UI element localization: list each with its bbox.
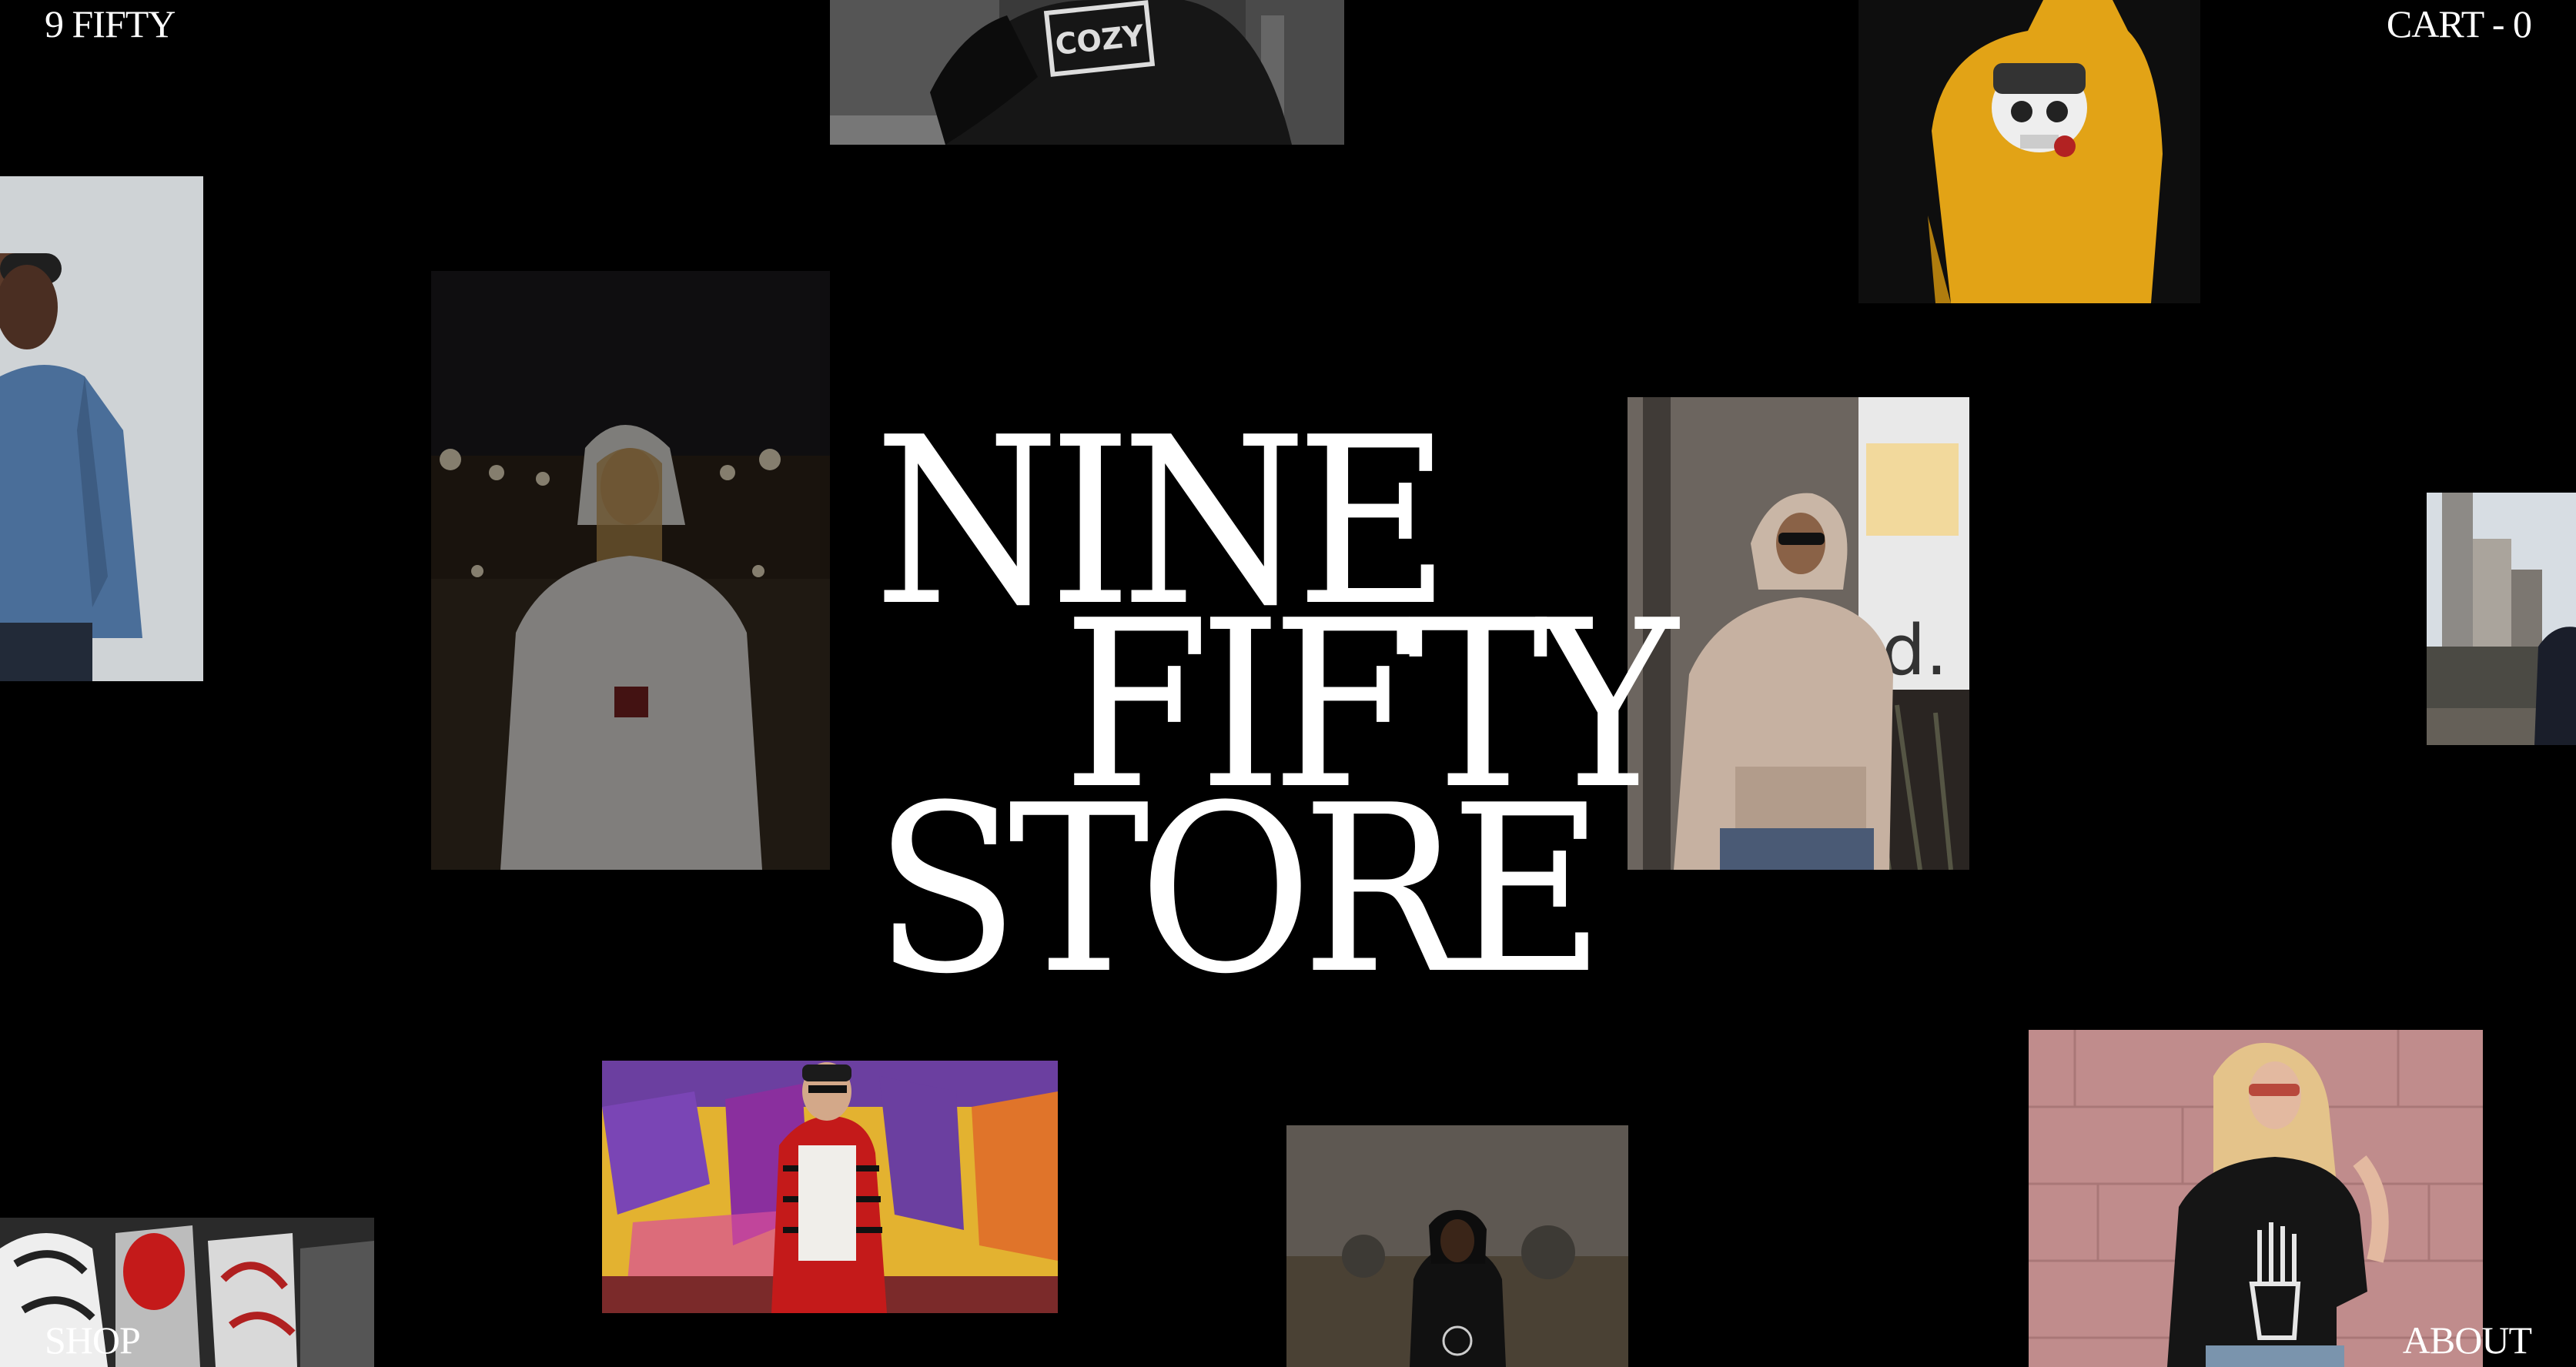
product-image-white-hoodie[interactable] xyxy=(431,271,830,870)
product-image-yellow-hoodie[interactable] xyxy=(1858,0,2200,303)
product-image-flannel-graffiti[interactable] xyxy=(602,1061,1058,1313)
product-image-black-hoodie[interactable] xyxy=(1286,1125,1628,1367)
hero-line-3: STORE xyxy=(874,756,1605,1025)
product-image-skeleton-tee[interactable] xyxy=(2029,1030,2483,1367)
shop-link[interactable]: SHOP xyxy=(45,1321,141,1359)
hero-title: NINE FIFTY STORE xyxy=(874,388,1721,1006)
about-link[interactable]: ABOUT xyxy=(2403,1321,2532,1359)
product-image-city-street[interactable] xyxy=(2427,493,2576,745)
product-image-cozy-jacket[interactable]: COZY xyxy=(830,0,1344,145)
product-image-beige-hoodie[interactable]: d. xyxy=(1628,397,1969,870)
logo-link[interactable]: 9 FIFTY xyxy=(45,5,176,43)
hero-line-2: FIFTY xyxy=(1062,571,1678,841)
cart-link[interactable]: CART - 0 xyxy=(2387,5,2532,43)
product-image-denim-jacket[interactable] xyxy=(0,176,203,681)
hero-line-1: NINE xyxy=(874,388,1450,657)
